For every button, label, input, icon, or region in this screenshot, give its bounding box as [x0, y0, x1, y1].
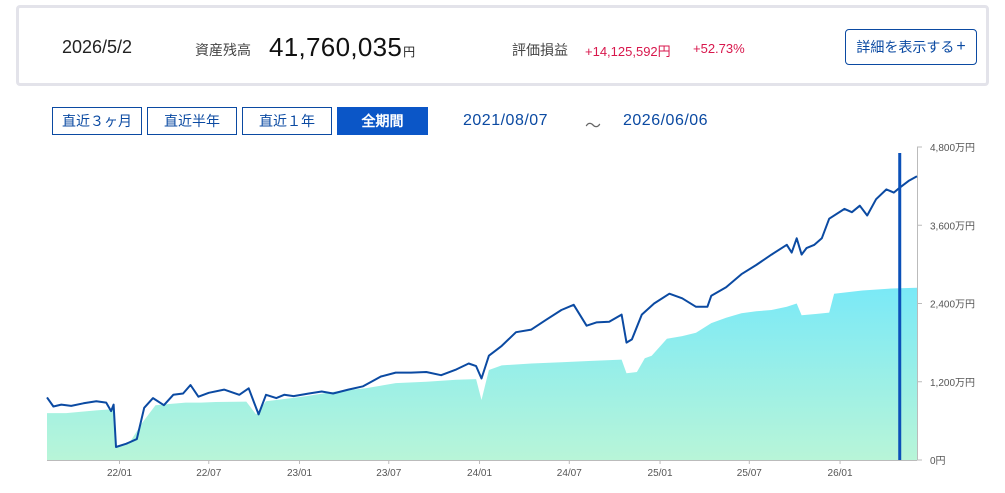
- x-tick-label: 24/01: [467, 468, 492, 479]
- x-tick-label: 24/07: [557, 468, 582, 479]
- x-tick-label: 23/07: [376, 468, 401, 479]
- summary-panel: 2026/5/2 資産残高 41,760,035円 評価損益 +14,125,5…: [16, 5, 989, 86]
- y-tick-label: 3,600万円: [930, 221, 975, 232]
- x-tick-label: 22/01: [107, 468, 132, 479]
- y-tick-label: 1,200万円: [930, 378, 975, 389]
- asset-balance-number: 41,760,035: [269, 32, 403, 62]
- period-tab-3-months[interactable]: 直近３ヶ月: [52, 107, 142, 135]
- x-tick-label: 23/01: [287, 468, 312, 479]
- plus-icon: +: [956, 38, 966, 55]
- range-start-date: 2021/08/07: [463, 112, 549, 129]
- y-tick-label: 0円: [930, 456, 946, 467]
- show-details-label: 詳細を表示する: [856, 39, 955, 55]
- x-tick-label: 26/01: [828, 468, 853, 479]
- period-tab-1-year[interactable]: 直近１年: [242, 107, 332, 135]
- asset-balance-label: 資産残高: [195, 42, 251, 58]
- summary-date: 2026/5/2: [62, 37, 133, 57]
- range-end-date: 2026/06/06: [623, 112, 709, 129]
- profit-loss-rate: +52.73%: [693, 41, 745, 56]
- x-tick-label: 25/07: [737, 468, 762, 479]
- asset-balance-unit: 円: [403, 45, 416, 59]
- show-details-button[interactable]: 詳細を表示する +: [845, 29, 977, 65]
- y-tick-label: 4,800万円: [930, 143, 975, 154]
- period-tab-all[interactable]: 全期間: [337, 107, 428, 135]
- y-tick-label: 2,400万円: [930, 300, 975, 311]
- x-tick-label: 22/07: [196, 468, 221, 479]
- asset-chart[interactable]: 0円 1,200万円 2,400万円 3,600万円 4,800万円 22/01 22/07…: [0, 140, 1005, 493]
- asset-balance-value: 41,760,035円: [269, 32, 415, 63]
- profit-loss-label: 評価損益: [512, 42, 568, 58]
- x-tick-label: 25/01: [648, 468, 673, 479]
- period-tab-6-months[interactable]: 直近半年: [147, 107, 237, 135]
- profit-loss-amount: +14,125,592円: [585, 44, 671, 59]
- range-separator: ～: [585, 118, 602, 135]
